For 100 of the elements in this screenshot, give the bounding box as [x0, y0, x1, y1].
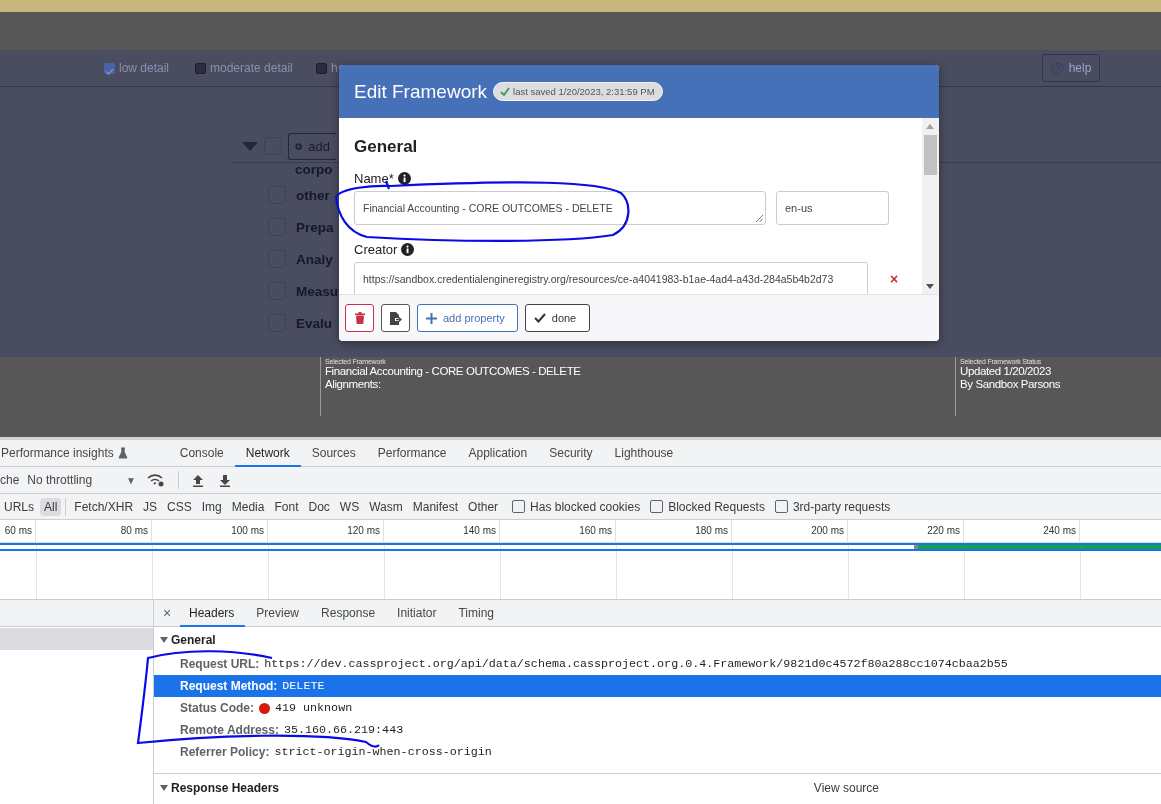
trash-icon — [354, 312, 365, 324]
header-row[interactable]: Request Method: DELETE — [154, 675, 1161, 697]
header-name: Status Code: — [180, 701, 254, 715]
cache-label: che — [0, 473, 20, 487]
download-icon[interactable] — [217, 473, 232, 487]
waiting-segment — [914, 545, 918, 549]
checkbox[interactable] — [774, 500, 788, 513]
wifi-settings-icon[interactable] — [145, 472, 166, 488]
header-name: Request URL: — [180, 657, 260, 671]
time-tick-label: 200 ms — [811, 525, 844, 536]
devtools-tab[interactable]: Application — [457, 439, 539, 467]
detail-tab[interactable]: Timing — [447, 599, 505, 627]
detail-tab[interactable]: Headers — [180, 599, 246, 627]
header-row[interactable]: Remote Address: 35.160.66.219:443 — [154, 719, 1161, 741]
filter-button[interactable]: Doc — [304, 497, 334, 516]
framework-name: Financial Accounting - CORE OUTCOMES - DELETE — [325, 365, 581, 378]
filter-button[interactable]: CSS — [163, 497, 196, 516]
section-heading: General — [354, 137, 419, 157]
header-row[interactable]: Request URL: https://dev.cassproject.org/api/data/schema.cassproject.org.0.4.Framework/9821d0c4572f80a288cc1074cbaa2b55 — [154, 653, 1161, 675]
header-row[interactable]: Status Code: 419 unknown — [154, 697, 1161, 719]
checkbox-label: moderate detail — [210, 61, 293, 75]
checkbox-label: Has blocked cookies — [530, 499, 641, 514]
expand-arrow-icon[interactable] — [160, 785, 168, 791]
filter-button[interactable]: Img — [197, 497, 226, 516]
checkbox[interactable] — [316, 62, 327, 74]
throttling-dropdown[interactable]: No throttling — [27, 473, 93, 487]
plus-icon — [426, 312, 437, 324]
devtools-tab[interactable]: Performance — [366, 439, 458, 467]
file-export-icon — [389, 311, 402, 325]
checkbox-label: low detail — [119, 61, 170, 75]
header-value: 419 unknown — [275, 701, 353, 715]
time-tick-label: 80 ms — [120, 525, 148, 536]
filter-button[interactable]: All — [40, 497, 62, 516]
header-row[interactable]: Referrer Policy: strict-origin-when-cross-origin — [154, 741, 1161, 763]
check-icon — [500, 87, 511, 96]
header-value: https://dev.cassproject.org/api/data/schema.cassproject.org.0.4.Framework/9821d0c4572f80a288cc1074cbaa2b55 — [264, 657, 1008, 671]
detail-tab[interactable]: Initiator — [386, 599, 448, 627]
time-tick-label: 220 ms — [927, 525, 960, 536]
header-name: Request Method: — [180, 679, 278, 693]
filter-button[interactable]: Fetch/XHR — [70, 497, 138, 516]
section-title: Response Headers — [171, 781, 280, 795]
resize-handle-icon — [755, 214, 763, 222]
expand-arrow-icon[interactable] — [160, 637, 168, 643]
time-tick-label: 240 ms — [1043, 525, 1076, 536]
language-field[interactable]: en-us — [776, 191, 889, 225]
header-value: 35.160.66.219:443 — [283, 723, 404, 737]
expand-toggle[interactable] — [242, 141, 258, 151]
time-tick-label: 120 ms — [347, 525, 380, 536]
checkbox[interactable] — [195, 62, 206, 74]
upload-icon[interactable] — [190, 473, 205, 487]
devtools-tab[interactable]: Sources — [300, 439, 367, 467]
field-label: Name* — [354, 171, 394, 186]
status-text: Updated 1/20/2023 — [960, 365, 1053, 378]
detail-tab[interactable]: Response — [310, 599, 387, 627]
header-value: strict-origin-when-cross-origin — [274, 745, 492, 759]
checkbox-label: 3rd-party requests — [792, 499, 891, 514]
filter-button[interactable]: Manifest — [408, 497, 463, 516]
time-tick-label: 60 ms — [4, 525, 32, 536]
time-tick-label: 140 ms — [463, 525, 496, 536]
checkbox-label: Blocked Requests — [668, 499, 765, 514]
export-button[interactable] — [381, 304, 410, 332]
close-button[interactable]: × — [154, 605, 180, 621]
name-textarea[interactable]: Financial Accounting - CORE OUTCOMES - DELETE — [354, 191, 766, 225]
filter-button[interactable]: Other — [464, 497, 503, 516]
time-tick-label: 180 ms — [695, 525, 728, 536]
filter-button[interactable]: Media — [227, 497, 269, 516]
header-value: DELETE — [282, 679, 325, 693]
section-title: General — [171, 633, 216, 647]
filter-button[interactable]: URLs — [0, 497, 38, 516]
filter-button[interactable]: Font — [270, 497, 303, 516]
filter-button[interactable]: Wasm — [365, 497, 407, 516]
info-icon[interactable] — [397, 172, 411, 185]
detail-tab[interactable]: Preview — [245, 599, 311, 627]
field-label: Creator — [354, 242, 398, 257]
devtools-tab[interactable]: Lighthouse — [603, 439, 685, 467]
alignments-label: Alignments: — [325, 378, 382, 391]
checkbox[interactable] — [512, 500, 526, 513]
time-tick-label: 160 ms — [579, 525, 612, 536]
view-source-link[interactable]: View source — [813, 781, 879, 795]
filter-button[interactable]: JS — [139, 497, 162, 516]
checkbox[interactable] — [104, 62, 115, 74]
filter-button[interactable]: WS — [335, 497, 364, 516]
flask-icon — [117, 447, 128, 459]
done-button[interactable]: done — [524, 304, 591, 332]
add-property-button[interactable]: add property — [417, 304, 518, 332]
author-text: By Sandbox Parsons — [960, 378, 1061, 391]
checkbox-label: h — [331, 61, 338, 75]
check-icon — [533, 313, 546, 323]
caret-icon[interactable]: ▼ — [126, 474, 136, 486]
checkbox[interactable] — [650, 500, 664, 513]
delete-button[interactable] — [345, 304, 374, 332]
modal-title: Edit Framework — [354, 80, 488, 103]
remove-button[interactable]: × — [890, 271, 899, 287]
devtools-tab[interactable]: Performance insights — [0, 439, 139, 467]
status-error-icon — [259, 702, 270, 714]
header-name: Referrer Policy: — [180, 745, 270, 759]
info-icon[interactable] — [401, 243, 415, 256]
devtools-tab[interactable]: Security — [538, 439, 604, 467]
saved-badge: last saved 1/20/2023, 2:31:59 PM — [493, 82, 663, 101]
devtools-tab[interactable]: Console — [168, 439, 235, 467]
